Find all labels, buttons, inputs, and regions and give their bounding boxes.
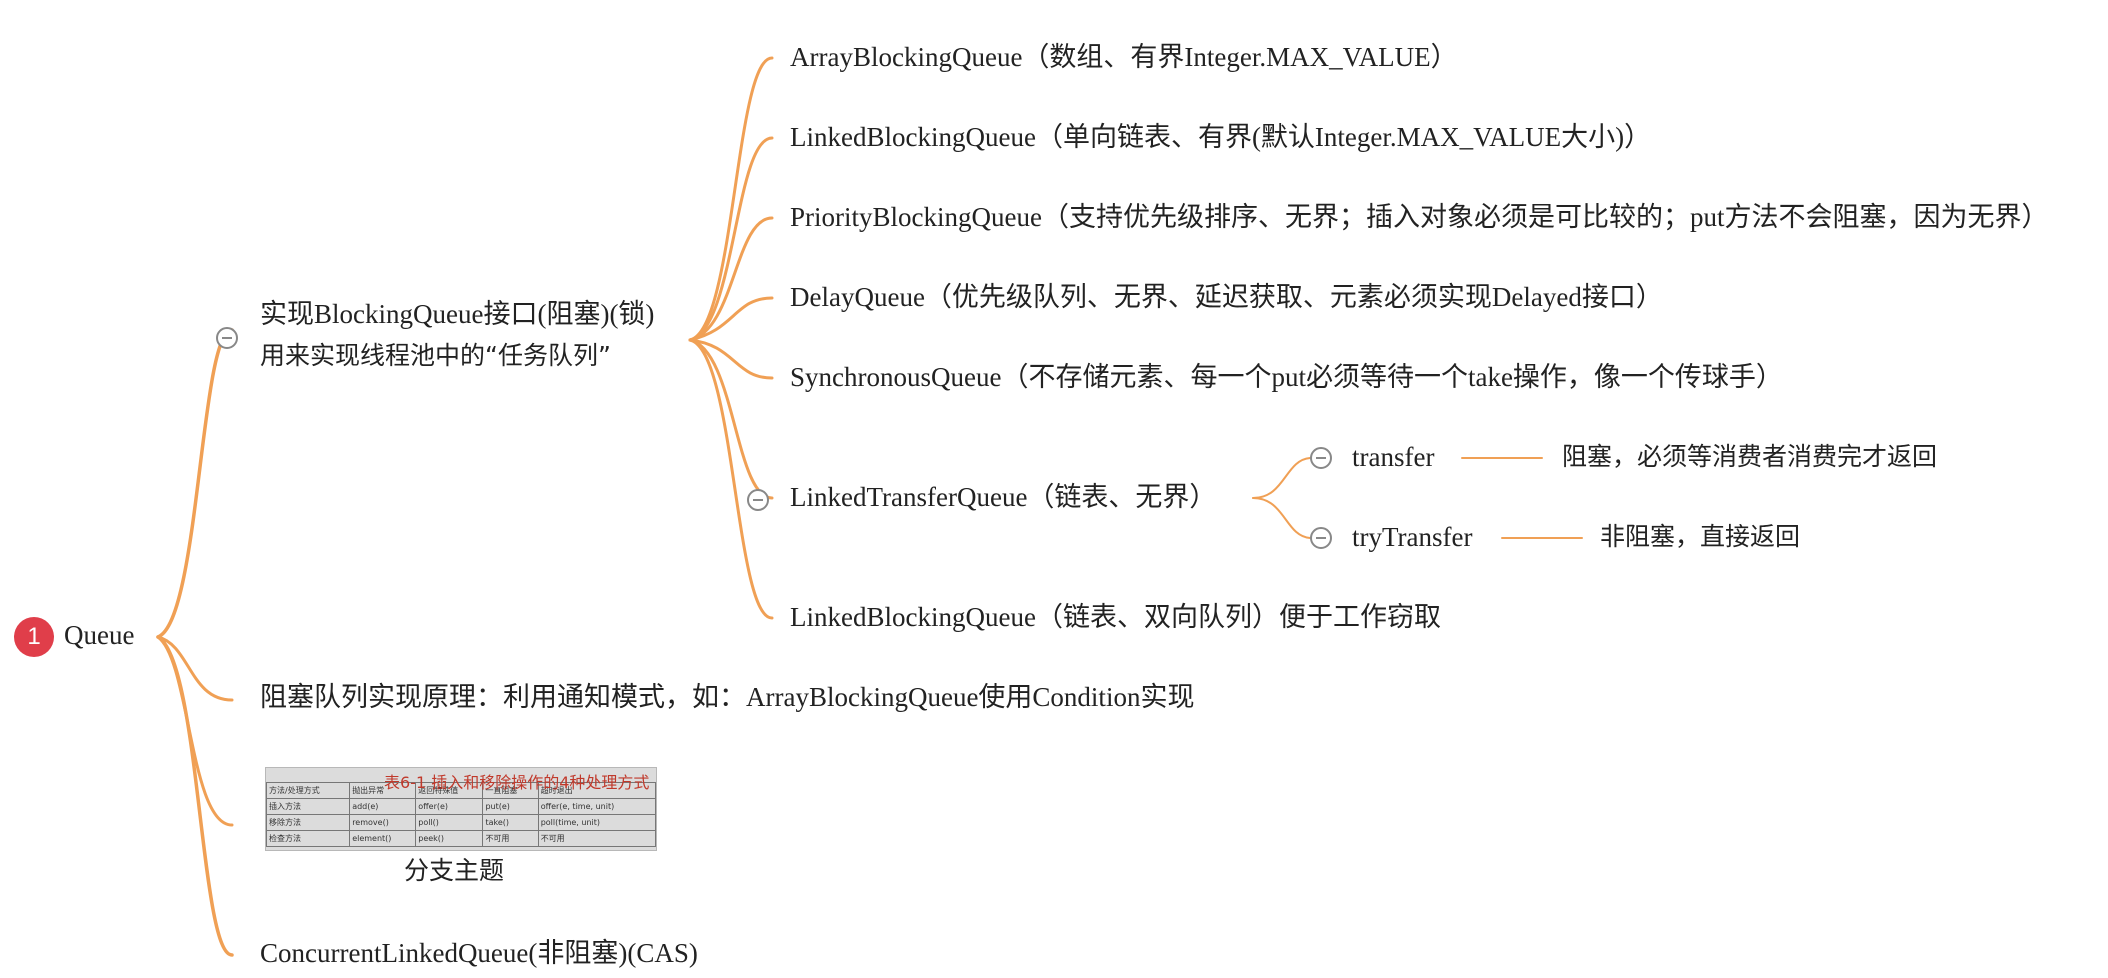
branch-blocking-c2: [688, 136, 774, 342]
topic-linked-transfer-queue[interactable]: LinkedTransferQueue（链表、无界）: [790, 481, 1216, 513]
blocking-queue-topic-line1[interactable]: 实现BlockingQueue接口(阻塞)(锁): [260, 298, 654, 330]
collapse-icon[interactable]: [747, 489, 769, 511]
topic-synchronous-queue[interactable]: SynchronousQueue（不存储元素、每一个put必须等待一个take操…: [790, 361, 1783, 393]
branch-ltq-transfer: [1252, 457, 1311, 499]
topic-linked-blocking-queue[interactable]: LinkedBlockingQueue（单向链表、有界(默认Integer.MA…: [790, 121, 1651, 153]
branch-blocking-c7: [688, 338, 774, 620]
topic-image-caption[interactable]: 分支主题: [404, 855, 504, 887]
root-topic[interactable]: Queue: [64, 619, 134, 651]
collapse-icon[interactable]: [216, 327, 238, 349]
branch-root-image: [156, 635, 234, 827]
topic-priority-blocking-queue[interactable]: PriorityBlockingQueue（支持优先级排序、无界；插入对象必须是…: [790, 201, 2048, 233]
table-image-thumbnail[interactable]: 表6-1 插入和移除操作的4种处理方式 方法/处理方式 抛出异常 返回特殊值 一直阻塞…: [265, 767, 657, 851]
branch-root-principle: [156, 635, 234, 702]
topic-linked-blocking-deque[interactable]: LinkedBlockingQueue（链表、双向队列）便于工作窃取: [790, 601, 1441, 633]
topic-concurrent-linked-queue[interactable]: ConcurrentLinkedQueue(非阻塞)(CAS): [260, 937, 698, 969]
topic-array-blocking-queue[interactable]: ArrayBlockingQueue（数组、有界Integer.MAX_VALU…: [790, 41, 1458, 73]
topic-transfer[interactable]: transfer: [1352, 441, 1434, 473]
branch-root-blocking: [156, 328, 234, 639]
branch-ltq-trytransfer: [1252, 497, 1311, 539]
table-image-title: 表6-1 插入和移除操作的4种处理方式: [384, 773, 650, 792]
topic-blocking-principle[interactable]: 阻塞队列实现原理：利用通知模式，如：ArrayBlockingQueue使用Co…: [260, 681, 1194, 713]
branch-blocking-c1: [688, 56, 774, 342]
topic-delay-queue[interactable]: DelayQueue（优先级队列、无界、延迟获取、元素必须实现Delayed接口…: [790, 281, 1663, 313]
topic-try-transfer[interactable]: tryTransfer: [1352, 521, 1473, 553]
root-number-badge: 1: [14, 617, 54, 657]
topic-transfer-note[interactable]: 阻塞，必须等消费者消费完才返回: [1562, 441, 1937, 473]
branch-blocking-c3: [688, 216, 774, 342]
branch-blocking-c6: [688, 338, 774, 500]
blocking-queue-topic-line2: 用来实现线程池中的“任务队列”: [260, 341, 611, 370]
collapse-icon[interactable]: [1310, 447, 1332, 469]
topic-try-transfer-note[interactable]: 非阻塞，直接返回: [1600, 521, 1800, 553]
collapse-icon[interactable]: [1310, 527, 1332, 549]
branch-root-concurrent: [156, 635, 234, 957]
